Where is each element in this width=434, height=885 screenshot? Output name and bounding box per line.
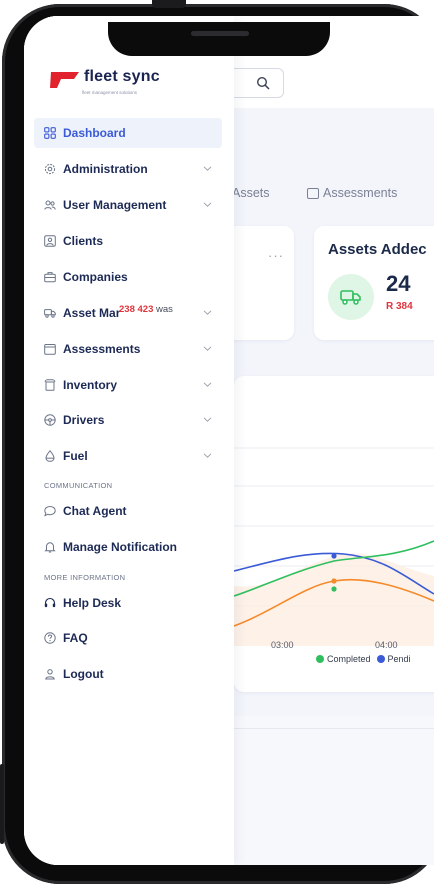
briefcase-icon	[44, 271, 56, 283]
sidebar-item-label: Help Desk	[63, 596, 122, 610]
sidebar-item-label: Chat Agent	[63, 504, 127, 518]
sidebar-item-label: Companies	[63, 270, 128, 284]
overlay-word: was	[156, 304, 173, 315]
chat-icon	[44, 505, 56, 517]
sidebar-item-inventory[interactable]: Inventory	[34, 370, 222, 400]
truck-icon	[340, 290, 361, 305]
truck-badge	[328, 274, 374, 320]
calendar-icon	[44, 343, 56, 355]
pending-point	[331, 553, 337, 559]
tab-assets[interactable]: Assets	[232, 186, 270, 200]
chevron-down-icon[interactable]	[203, 451, 212, 460]
sidebar-item-assessments[interactable]: Assessments	[34, 334, 222, 364]
chevron-down-icon[interactable]	[203, 380, 212, 389]
x-tick-label: 03:00	[271, 640, 294, 650]
third-point	[331, 578, 337, 584]
logo-flag-icon	[50, 72, 79, 88]
legend-dot	[376, 655, 385, 663]
divider	[234, 728, 434, 729]
sidebar-item-help-desk[interactable]: Help Desk	[34, 588, 222, 618]
assets-added-value: 24	[386, 271, 411, 296]
sidebar-item-drivers[interactable]: Drivers	[34, 405, 222, 435]
chevron-down-icon[interactable]	[203, 415, 212, 424]
tab-assessments-label: Assessments	[323, 186, 398, 200]
phone-screen: Assets Assessments ··· Assets Addec 24 R…	[24, 16, 434, 865]
chart-legend: Completed Pendi	[316, 654, 411, 664]
sidebar: fleet sync fleet management solutions Da…	[24, 16, 234, 865]
tab-assessments[interactable]: Assessments	[307, 186, 397, 200]
sidebar-item-user-management[interactable]: User Management	[34, 190, 222, 220]
lower-section	[234, 716, 434, 865]
overlay-number: 423	[137, 304, 154, 315]
search-icon[interactable]	[256, 76, 270, 90]
sidebar-item-fuel[interactable]: Fuel	[34, 441, 222, 471]
sidebar-item-manage-notification[interactable]: Manage Notification	[34, 532, 222, 562]
legend-dot	[316, 655, 324, 663]
tab-assets-label: Assets	[232, 186, 270, 200]
sidebar-item-label: Assessments	[63, 342, 141, 356]
sidebar-item-administration[interactable]: Administration	[34, 154, 222, 184]
sidebar-item-label: Clients	[63, 234, 104, 248]
sidebar-item-clients[interactable]: Clients	[34, 226, 222, 256]
sidebar-item-label: Administration	[63, 162, 148, 176]
sidebar-item-companies[interactable]: Companies	[34, 262, 222, 292]
calendar-icon	[307, 187, 319, 199]
sidebar-item-label: FAQ	[63, 631, 88, 645]
legend-item-completed[interactable]: Completed	[316, 654, 371, 664]
legend-label: Pendi	[387, 654, 411, 664]
section-label-communication: COMMUNICATION	[44, 481, 113, 490]
overlay-numbers: 238 423 was	[119, 304, 173, 315]
grid-icon	[44, 127, 56, 139]
chevron-down-icon[interactable]	[203, 200, 212, 209]
line-chart	[234, 447, 434, 646]
completed-point	[331, 586, 337, 592]
users-icon	[44, 199, 56, 211]
sidebar-item-label: Drivers	[63, 413, 105, 427]
logo-text: fleet sync	[84, 68, 160, 85]
headset-icon	[44, 597, 56, 609]
assets-added-title: Assets Addec	[328, 241, 427, 258]
truck-icon	[44, 307, 56, 319]
phone-side-button	[0, 764, 4, 844]
question-icon	[44, 632, 56, 644]
legend-label: Completed	[327, 654, 371, 664]
chevron-down-icon[interactable]	[203, 164, 212, 173]
section-label-more-information: MORE INFORMATION	[44, 573, 126, 582]
sidebar-item-chat-agent[interactable]: Chat Agent	[34, 496, 222, 526]
phone-top-bar	[152, 0, 186, 8]
sidebar-item-label: Logout	[63, 667, 104, 681]
gear-icon	[44, 163, 56, 175]
sidebar-item-label: Dashboard	[63, 126, 126, 140]
phone-notch	[108, 22, 330, 56]
client-icon	[44, 235, 56, 247]
user-logout-icon	[44, 668, 56, 680]
sidebar-item-dashboard[interactable]: Dashboard	[34, 118, 222, 148]
sidebar-item-logout[interactable]: Logout	[34, 659, 222, 689]
sidebar-item-label: Manage Notification	[63, 540, 178, 554]
sidebar-item-label: Fuel	[63, 449, 88, 463]
chevron-down-icon[interactable]	[203, 308, 212, 317]
chart-area-orange	[234, 553, 434, 646]
sidebar-item-label: User Management	[63, 198, 167, 212]
box-icon	[44, 379, 56, 391]
x-tick-label: 04:00	[375, 640, 398, 650]
legend-item-pending[interactable]: Pendi	[376, 654, 411, 664]
bell-icon	[44, 541, 56, 553]
droplet-icon	[44, 450, 56, 462]
assets-added-subvalue: R 384	[386, 301, 413, 312]
chevron-down-icon[interactable]	[203, 344, 212, 353]
overlay-number: 238	[119, 304, 135, 315]
sidebar-item-faq[interactable]: FAQ	[34, 623, 222, 653]
sidebar-item-label: Inventory	[63, 378, 118, 392]
sidebar-item-label: Asset Mar	[63, 306, 121, 320]
logo-tagline: fleet management solutions	[82, 90, 138, 95]
steering-wheel-icon	[44, 414, 56, 426]
card-menu-button[interactable]: ···	[268, 248, 284, 263]
phone-speaker	[191, 31, 249, 36]
